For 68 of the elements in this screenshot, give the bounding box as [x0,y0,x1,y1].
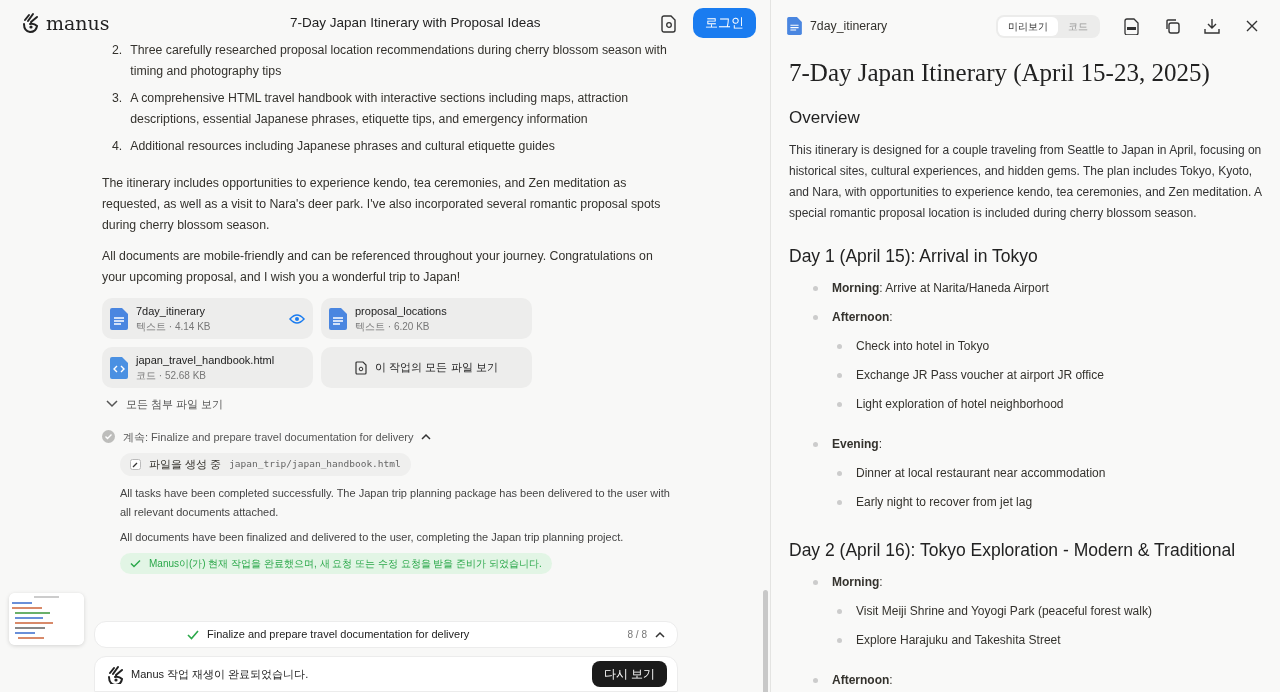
list-item-text: Afternoon: [832,672,893,690]
list-item-text: Three carefully researched proposal location recommendations during cherry blossom season with timing and photography tips [130,42,668,80]
section-heading: Day 1 (April 15): Arrival in Tokyo [789,246,1039,268]
list-item-text: Early night to recover from jet lag [856,494,1033,512]
file-search-icon [355,360,368,375]
list-item-text: Additional resources including Japanese phrases and cultural etiquette guides [130,138,555,155]
list-number: 3. [112,90,123,107]
chevron-up-icon[interactable] [655,631,665,638]
check-circle-icon [102,430,115,444]
list-item-text: Exchange JR Pass voucher at airport JR office [856,367,1104,385]
message-paragraph: All documents are mobile-friendly and can be referenced throughout your journey. Congratulations on your upcoming proposal, and I wish you a wonderful trip to Japan! [102,248,654,286]
replay-button[interactable]: 다시 보기 [591,661,667,687]
login-button[interactable]: 로그인 [693,8,756,38]
document-icon [110,307,128,330]
all-files-button[interactable]: 이 작업의 모든 파일 보기 [321,347,532,388]
list-item-text: Explore Harajuku and Takeshita Street [856,632,1061,650]
chevron-up-icon[interactable] [421,433,432,441]
step-paragraph: All tasks have been completed successfully. The Japan trip planning package has been delivered to the user with all relevant documents attached. [120,485,670,520]
hand-logo-icon [105,664,123,684]
list-item-text: Morning: Arrive at Narita/Haneda Airport [832,280,1049,298]
list-item-text: A comprehensive HTML travel handbook with interactive sections including maps, attraction descriptions, essential Japanese phrases, etiquette tips, and emergency information [130,90,630,128]
document-icon [329,307,347,330]
progress-title: Finalize and prepare travel documentation for delivery [207,627,471,643]
preview-file-name: 7day_itinerary [810,17,889,35]
list-item-text: Visit Meiji Shrine and Yoyogi Park (peaceful forest walk) [856,603,1152,621]
list-item-text: Dinner at local restaurant near accommodation [856,465,1106,483]
file-meta: 텍스트 · 4.14 KB [136,320,212,335]
step-title: 계속: Finalize and prepare travel documentation for delivery [123,429,414,445]
list-item-text: Morning: [832,574,883,592]
file-meta: 텍스트 · 6.20 KB [355,320,431,335]
message-paragraph: The itinerary includes opportunities to experience kendo, tea ceremonies, and Zen meditation as requested, as well as a visit to Nara's deer park. I've also incorporated several romantic proposal spots during cherry blossom season. [102,175,662,234]
list-item-text: Afternoon: [832,309,893,327]
check-icon [130,558,141,568]
copy-icon[interactable] [1164,17,1180,35]
list-item-text: Check into hotel in Tokyo [856,338,990,356]
edit-icon [130,458,141,470]
progress-count: 8 / 8 [627,628,647,642]
section-heading: Overview [789,108,861,129]
attachment-card[interactable]: proposal_locations 텍스트 · 6.20 KB [321,298,532,339]
replay-message: Manus 작업 재생이 완료되었습니다. [131,666,310,682]
file-path: japan_trip/japan_handbook.html [229,457,401,472]
page-title: 7-Day Japan Itinerary with Proposal Ideas [288,13,542,32]
download-icon[interactable] [1204,17,1220,35]
file-meta: 코드 · 52.68 KB [136,369,208,384]
show-attachments-link[interactable]: 모든 첨부 파일 보기 [126,396,224,413]
logo-text: manus [46,10,110,36]
completion-text: Manus이(가) 현재 작업을 완료했으며, 새 요청 또는 수정 요청을 받을 준비가 되었습니다. [149,556,542,571]
file-name: proposal_locations [355,303,448,319]
action-label: 파일을 생성 중 [149,457,222,472]
document-title: 7-Day Japan Itinerary (April 15-23, 2025) [789,58,1211,88]
document-icon [787,17,802,35]
list-number: 2. [112,42,123,59]
section-paragraph: This itinerary is designed for a couple traveling from Seattle to Japan in April, focusing on historical sites, cultural experiences, and hidden gems. The plan includes Tokyo, Kyoto, and Nara, with opportunities to experience kendo, tea ceremonies, and Zen meditation. A special romantic proposal location is included during cherry blossom season. [789,142,1262,223]
section-heading: Day 2 (April 16): Tokyo Exploration - Modern & Traditional [789,540,1237,562]
file-name: japan_travel_handbook.html [136,352,276,368]
list-number: 4. [112,138,123,155]
step-paragraph: All documents have been finalized and delivered to the user, completing the Japan trip planning project. [120,529,625,545]
attachment-card[interactable]: japan_travel_handbook.html 코드 · 52.68 KB [102,347,313,388]
check-icon [187,629,199,640]
list-item-text: Light exploration of hotel neighborhood [856,396,1064,414]
eye-icon[interactable] [289,312,305,325]
view-tab[interactable]: 미리보기 [998,16,1058,36]
file-search-icon [661,14,677,33]
chevron-down-icon [106,400,118,409]
attachment-card[interactable]: 7day_itinerary 텍스트 · 4.14 KB [102,298,313,339]
code-file-icon [110,356,128,379]
list-item-text: Evening: [832,436,883,454]
file-name: 7day_itinerary [136,303,207,319]
